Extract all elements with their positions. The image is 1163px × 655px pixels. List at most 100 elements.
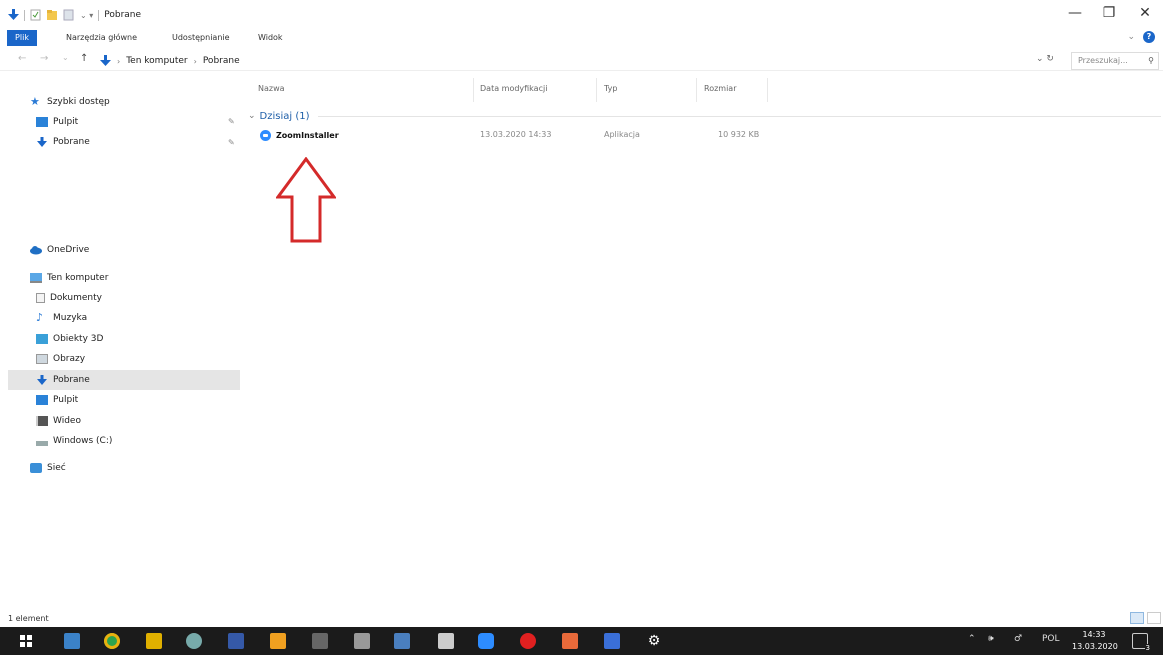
group-header-today[interactable]: ⌄ Dzisiaj (1) [248,108,1163,124]
app-icon[interactable] [312,633,328,649]
sidebar-item-downloads[interactable]: Pobrane [8,370,240,390]
column-divider[interactable] [767,78,768,102]
sidebar-item-desktop-quick[interactable]: Pulpit [36,112,276,132]
sidebar-item-3d-objects[interactable]: Obiekty 3D [36,329,276,349]
calculator-icon[interactable] [438,633,454,649]
minimize-button[interactable]: — [1058,5,1092,25]
sidebar-item-downloads-quick[interactable]: Pobrane [36,132,276,152]
file-explorer-window: ⌄ ▾ Pobrane — ❐ ✕ Plik Narzędzia główne … [0,0,1163,655]
sidebar-item-label: Wideo [53,416,81,426]
back-arrow-icon[interactable]: ← [18,53,26,64]
column-header-modified[interactable]: Data modyfikacji [480,84,547,93]
usb-device-icon[interactable] [354,633,370,649]
settings-gear-icon[interactable]: ⚙ [646,633,662,649]
sticky-notes-icon[interactable] [146,633,162,649]
file-name-cell[interactable]: ZoomInstaller [260,130,339,141]
action-center-icon[interactable]: 3 [1132,633,1151,652]
file-name: ZoomInstaller [276,131,339,140]
breadcrumb-chevron-icon: › [193,56,197,66]
quick-access-toolbar: ⌄ ▾ Pobrane [8,9,141,21]
details-view-icon[interactable] [1130,612,1144,624]
properties-icon[interactable] [30,9,41,21]
chevron-down-icon[interactable]: ⌄ [1127,32,1135,42]
sidebar-item-network[interactable]: Sieć [30,458,270,478]
close-button[interactable]: ✕ [1128,5,1162,25]
table-row[interactable]: ZoomInstaller 13.03.2020 14:33 Aplikacja… [248,127,848,145]
computer-icon [30,273,42,283]
refresh-icon[interactable]: ↻ [1046,54,1054,64]
ribbon-tabs: Plik Narzędzia główne Udostępnianie Wido… [0,30,1163,47]
search-input[interactable]: Przeszukaj... ⚲ [1071,52,1159,70]
restore-button[interactable]: ❐ [1092,5,1126,25]
drive-icon [36,440,48,446]
zoom-app-icon [260,130,271,141]
star-icon: ★ [30,95,40,108]
qat-customize-icon[interactable]: ⌄ ▾ [80,11,93,20]
sidebar-item-onedrive[interactable]: OneDrive [30,240,270,260]
recent-chevron-icon[interactable]: ⌄ [62,53,69,62]
opera-icon[interactable] [520,633,536,649]
pen-tool-icon[interactable] [270,633,286,649]
breadcrumb-this-pc[interactable]: Ten komputer [126,56,187,66]
sidebar-item-quick-access[interactable]: ★ Szybki dostęp [30,92,270,112]
address-row: ← → ⌄ ↑ › Ten komputer › Pobrane ⌄ ↻ Prz… [0,51,1163,71]
language-indicator[interactable]: POL [1042,634,1060,644]
forward-arrow-icon[interactable]: → [40,53,48,64]
column-header-type[interactable]: Typ [604,84,617,93]
sidebar-item-desktop[interactable]: Pulpit [36,390,276,410]
qat-overflow-icon[interactable] [63,9,75,21]
column-divider[interactable] [696,78,697,102]
sidebar-item-label: Pobrane [53,137,90,147]
pin-icon[interactable]: ✎ [228,138,235,147]
meeting-app-icon[interactable] [604,633,620,649]
pin-icon[interactable]: ✎ [228,117,235,126]
tray-overflow-chevron-icon[interactable]: ⌃ [968,634,976,644]
document-icon [36,293,45,303]
tab-home[interactable]: Narzędzia główne [66,30,137,46]
download-folder-icon [100,55,111,66]
sidebar-item-videos[interactable]: Wideo [36,411,276,431]
paint-icon[interactable] [186,633,202,649]
cloud-icon [30,246,42,255]
clock-date: 13.03.2020 [1072,642,1118,651]
ribbon-right-controls: ⌄ ? [1127,31,1155,43]
column-divider[interactable] [596,78,597,102]
download-arrow-icon[interactable] [8,9,19,21]
address-dropdown-icon[interactable]: ⌄ [1036,54,1044,64]
sidebar-item-music[interactable]: ♪ Muzyka [36,308,276,328]
file-modified: 13.03.2020 14:33 [480,130,552,139]
column-divider[interactable] [473,78,474,102]
large-icons-view-icon[interactable] [1147,612,1161,624]
clock[interactable]: 14:33 13.03.2020 [1072,629,1118,653]
sidebar-item-this-pc[interactable]: Ten komputer [30,268,270,288]
windows-start-icon[interactable] [18,633,34,649]
column-header-size[interactable]: Rozmiar [704,84,737,93]
sidebar-item-label: Pulpit [53,395,79,405]
sidebar-item-label: Sieć [47,463,66,473]
chevron-down-icon[interactable]: ⌄ [248,111,256,121]
tab-file[interactable]: Plik [7,30,37,46]
taskbar: ⚙ ⌃ 🕪 ♂ POL 14:33 13.03.2020 3 [0,627,1163,655]
sidebar-item-pictures[interactable]: Obrazy [36,349,276,369]
breadcrumb-downloads[interactable]: Pobrane [203,56,240,66]
zoom-taskbar-icon[interactable] [478,633,494,649]
divider [98,9,100,21]
office-app-icon[interactable] [562,633,578,649]
network-tray-icon[interactable]: ♂ [1014,634,1022,644]
new-folder-icon[interactable] [46,9,58,21]
screenshot-tool-icon[interactable] [394,633,410,649]
file-explorer-taskbar-icon[interactable] [64,633,80,649]
up-arrow-icon[interactable]: ↑ [80,53,88,64]
tab-view[interactable]: Widok [258,30,283,46]
help-icon[interactable]: ? [1143,31,1155,43]
sidebar-item-drive-c[interactable]: Windows (C:) [36,431,276,451]
address-bar[interactable]: › Ten komputer › Pobrane [100,52,1066,70]
mail-app-icon[interactable] [228,633,244,649]
column-header-name[interactable]: Nazwa [258,84,285,93]
chrome-icon[interactable] [104,633,120,649]
volume-icon[interactable]: 🕪 [988,634,994,644]
sidebar-item-documents[interactable]: Dokumenty [36,288,276,308]
item-count: 1 element [8,614,49,623]
tab-share[interactable]: Udostępnianie [172,30,230,46]
music-icon: ♪ [36,311,44,324]
